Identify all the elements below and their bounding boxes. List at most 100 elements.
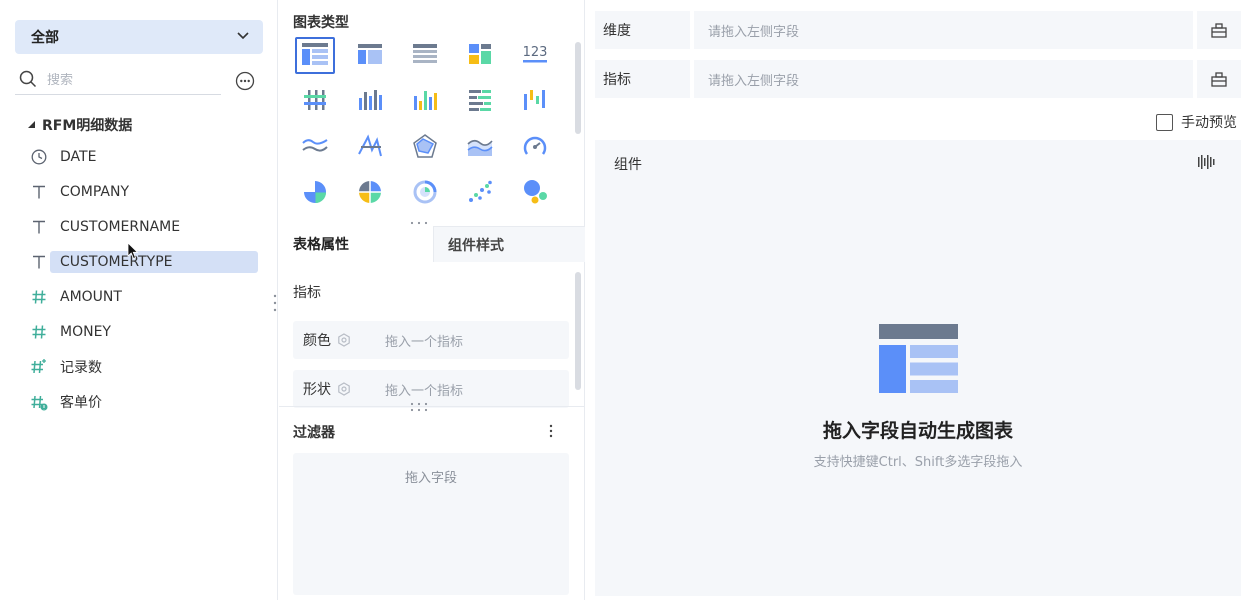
field-name: COMPANY <box>60 183 130 200</box>
calculated-number-icon <box>30 393 48 411</box>
svg-text:123: 123 <box>523 45 548 60</box>
cross-table-icon <box>357 43 383 69</box>
field-name: CUSTOMERTYPE <box>50 250 258 273</box>
app-root: 全部 RFM明细数据 <box>0 0 1244 600</box>
tab-table-properties[interactable]: 表格属性 <box>279 226 433 262</box>
field-item-unit-price[interactable]: 客单价 <box>30 384 260 419</box>
number-icon <box>30 323 48 341</box>
field-item-amount[interactable]: AMOUNT <box>30 279 260 314</box>
detail-table-icon <box>412 43 438 69</box>
kpi-card-icon <box>468 43 492 69</box>
chart-type-gauge[interactable] <box>515 129 555 166</box>
vertical-ellipsis-icon[interactable] <box>549 424 553 442</box>
bubble-chart-icon <box>522 179 548 209</box>
field-item-customertype[interactable]: CUSTOMERTYPE <box>30 244 260 279</box>
waterfall-icon <box>522 88 548 116</box>
manual-preview-checkbox[interactable] <box>1156 113 1173 131</box>
gear-icon[interactable] <box>337 333 351 347</box>
field-item-company[interactable]: COMPANY <box>30 174 260 209</box>
search-box <box>15 67 221 95</box>
filter-drop-zone[interactable]: 拖入字段 <box>293 453 569 595</box>
field-list: DATE COMPANY CUSTOMERNAME CUSTOMERTYPE A… <box>30 139 260 419</box>
metric-section-label: 指标 <box>293 285 321 301</box>
chart-type-table[interactable] <box>295 37 335 74</box>
clock-icon <box>30 148 48 166</box>
scope-select-value: 全部 <box>31 30 59 46</box>
field-name: 客单价 <box>60 394 102 411</box>
metric-settings-icon[interactable] <box>1197 60 1241 98</box>
manual-preview-toggle[interactable]: 手动预览 <box>1156 112 1237 132</box>
scope-select[interactable]: 全部 <box>15 20 263 54</box>
number-icon <box>30 288 48 306</box>
field-name: AMOUNT <box>60 288 122 305</box>
pie-chart-icon <box>302 179 328 209</box>
caret-down-icon <box>28 117 36 133</box>
metric-row: 指标 请拖入左侧字段 <box>595 60 1241 98</box>
chart-type-detail-table[interactable] <box>405 37 445 74</box>
chart-type-grouped-bar[interactable] <box>295 83 335 120</box>
table-icon <box>301 42 329 70</box>
dataset-node[interactable]: RFM明细数据 <box>28 114 132 136</box>
chart-type-scatter[interactable] <box>460 175 500 212</box>
section-resize-handle[interactable] <box>409 400 429 416</box>
metric-label: 指标 <box>595 60 690 98</box>
property-tabs: 表格属性 组件样式 <box>279 226 585 262</box>
chart-type-rose-pie[interactable] <box>350 175 390 212</box>
chart-type-multi-column[interactable] <box>405 83 445 120</box>
color-drop-zone[interactable]: 颜色 拖入一个指标 <box>293 321 569 359</box>
field-name: DATE <box>60 148 97 165</box>
chart-type-area[interactable] <box>460 129 500 166</box>
search-icon <box>19 70 37 92</box>
drop-placeholder: 拖入字段 <box>404 471 457 486</box>
search-row <box>15 66 259 96</box>
dimension-settings-icon[interactable] <box>1197 11 1241 49</box>
radar-chart-icon <box>412 133 438 162</box>
chart-type-bubble[interactable] <box>515 175 555 212</box>
mouse-cursor-icon <box>127 242 139 264</box>
dimension-drop-zone[interactable]: 请拖入左侧字段 <box>694 11 1193 49</box>
drop-placeholder: 拖入一个指标 <box>385 334 464 350</box>
field-panel: 全部 RFM明细数据 <box>0 0 283 600</box>
metric-drop-zone[interactable]: 请拖入左侧字段 <box>694 60 1193 98</box>
more-options-icon[interactable] <box>235 71 255 91</box>
chart-type-number-card[interactable]: 123 <box>515 37 555 74</box>
scatter-chart-icon <box>467 180 493 208</box>
field-name: MONEY <box>60 323 111 340</box>
chart-type-column[interactable] <box>350 83 390 120</box>
field-name: CUSTOMERNAME <box>60 218 181 235</box>
text-icon <box>30 218 48 236</box>
ring-chart-icon <box>412 179 438 209</box>
properties-scrollbar[interactable] <box>575 272 581 390</box>
chart-type-scrollbar[interactable] <box>575 42 581 134</box>
number-card-icon: 123 <box>521 43 549 69</box>
field-item-date[interactable]: DATE <box>30 139 260 174</box>
drop-placeholder: 请拖入左侧字段 <box>708 73 800 89</box>
chart-type-cross-table[interactable] <box>350 37 390 74</box>
rose-pie-icon <box>357 179 383 209</box>
chart-type-kpi-card[interactable] <box>460 37 500 74</box>
chart-type-pie[interactable] <box>295 175 335 212</box>
gear-icon[interactable] <box>337 382 351 396</box>
tab-component-style[interactable]: 组件样式 <box>433 226 585 262</box>
search-input[interactable] <box>47 73 207 88</box>
filter-title: 过滤器 <box>293 425 335 441</box>
chart-type-radar-line[interactable] <box>350 129 390 166</box>
field-item-money[interactable]: MONEY <box>30 314 260 349</box>
chart-type-line[interactable] <box>295 129 335 166</box>
chart-type-radar[interactable] <box>405 129 445 166</box>
chart-type-horizontal-bar[interactable] <box>460 83 500 120</box>
shape-drop-zone[interactable]: 形状 拖入一个指标 <box>293 370 569 408</box>
chart-type-waterfall[interactable] <box>515 83 555 120</box>
barcode-settings-icon[interactable] <box>1197 154 1215 174</box>
radar-line-icon <box>357 133 383 162</box>
field-name: 记录数 <box>60 359 102 376</box>
text-icon <box>30 253 48 271</box>
field-item-customername[interactable]: CUSTOMERNAME <box>30 209 260 244</box>
empty-table-illustration <box>879 324 959 398</box>
chart-type-title: 图表类型 <box>293 15 349 31</box>
canvas-panel: 维度 请拖入左侧字段 指标 请拖入左侧字段 手动预览 组件 拖入字段自动生成图表… <box>586 0 1244 600</box>
grouped-bar-icon <box>302 88 328 116</box>
chart-type-ring[interactable] <box>405 175 445 212</box>
field-item-record-count[interactable]: 记录数 <box>30 349 260 384</box>
horizontal-bar-icon <box>467 88 493 116</box>
